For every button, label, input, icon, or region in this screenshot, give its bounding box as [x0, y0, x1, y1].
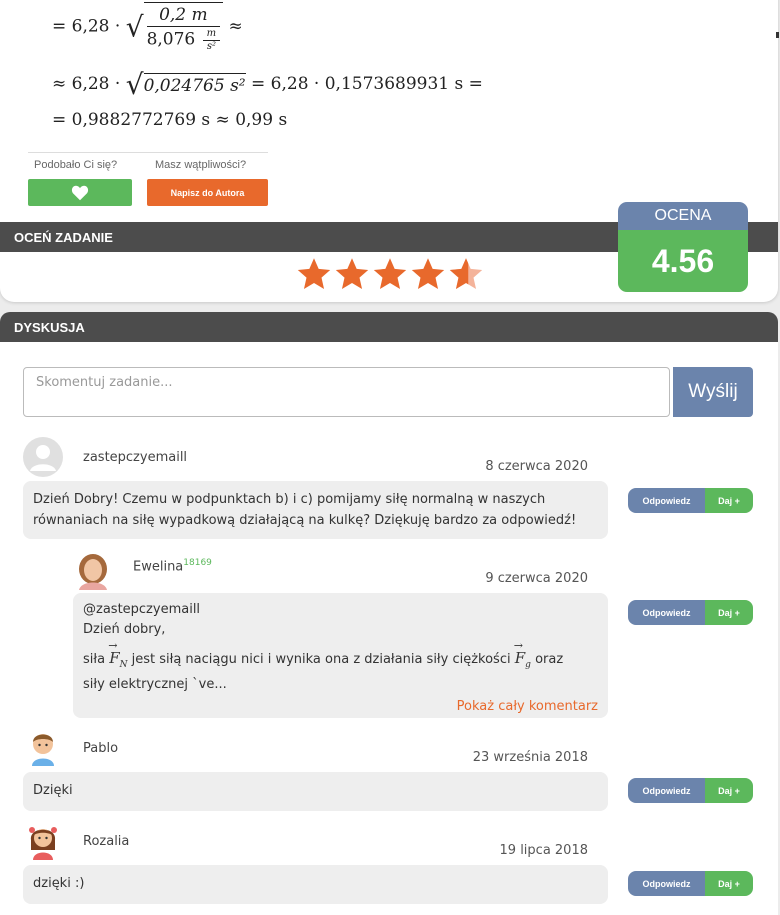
- comment-date: 8 czerwca 2020: [485, 459, 588, 474]
- like-button[interactable]: [28, 179, 132, 206]
- rating-stars[interactable]: [296, 256, 484, 292]
- write-to-author-button[interactable]: Napisz do Autora: [147, 179, 268, 206]
- star-icon-2[interactable]: [334, 256, 370, 292]
- reply-button[interactable]: Odpowiedz: [628, 488, 705, 513]
- girl-avatar-icon: [29, 827, 57, 860]
- send-button[interactable]: Wyślij: [673, 367, 753, 417]
- default-avatar-icon: [23, 437, 63, 477]
- star-icon-5[interactable]: [448, 256, 484, 292]
- reply-button[interactable]: Odpowiedz: [628, 778, 705, 803]
- comment-text: @zastepczyemaill Dzień dobry, siła → FN j…: [73, 593, 608, 718]
- heart-icon: [71, 185, 89, 200]
- star-icon-4[interactable]: [410, 256, 446, 292]
- rate-task-title: OCEŃ ZADANIE: [14, 229, 113, 245]
- comment-author[interactable]: Ewelina18169: [133, 558, 212, 574]
- comment-actions: Odpowiedz Daj +: [628, 488, 753, 513]
- doubt-label: Masz wątpliwości?: [155, 159, 247, 171]
- give-plus-button[interactable]: Daj +: [705, 488, 753, 513]
- comment-actions: Odpowiedz Daj +: [628, 871, 753, 896]
- comment-author[interactable]: zastepczyemaill: [83, 450, 187, 465]
- comment-actions: Odpowiedz Daj +: [628, 778, 753, 803]
- boy-avatar-icon: [32, 734, 54, 766]
- give-plus-button[interactable]: Daj +: [705, 600, 753, 625]
- feedback-area: Podobało Ci się? Masz wątpliwości?: [28, 152, 268, 171]
- give-plus-button[interactable]: Daj +: [705, 778, 753, 803]
- discussion-title: DYSKUSJA: [14, 319, 85, 335]
- star-icon-1[interactable]: [296, 256, 332, 292]
- discussion-bar: DYSKUSJA: [0, 312, 778, 342]
- liked-label: Podobało Ci się?: [34, 159, 118, 171]
- math-line-2: ≈ 6,28 · √0,024765 s² = 6,28 · 0,1573689…: [52, 68, 483, 101]
- scrollbar[interactable]: [776, 32, 779, 38]
- user-avatar-ewelina: [73, 550, 113, 590]
- comment-input[interactable]: Skomentuj zadanie...: [23, 367, 670, 417]
- comment-text: Dzień Dobry! Czemu w podpunktach b) i c)…: [23, 481, 608, 539]
- give-plus-button[interactable]: Daj +: [705, 871, 753, 896]
- comment-text: Dzięki: [23, 772, 608, 811]
- math-line-1: = 6,28 · √ 0,2 m 8,076 m s² ≈: [52, 2, 243, 52]
- rating-value: 4.56: [618, 230, 748, 292]
- reply-button[interactable]: Odpowiedz: [628, 600, 705, 625]
- reply-button[interactable]: Odpowiedz: [628, 871, 705, 896]
- comment-actions: Odpowiedz Daj +: [628, 600, 753, 625]
- comment-author[interactable]: Rozalia: [83, 834, 129, 849]
- comment-date: 19 lipca 2018: [499, 843, 588, 858]
- show-full-comment-link[interactable]: Pokaż cały komentarz: [457, 699, 598, 714]
- comment-date: 23 września 2018: [472, 750, 588, 765]
- math-line-3: = 0,9882772769 s ≈ 0,99 s: [52, 110, 288, 130]
- rating-box: OCENA 4.56: [618, 202, 748, 292]
- user-points: 18169: [183, 558, 212, 568]
- rating-box-title: OCENA: [618, 202, 748, 230]
- comment-text: dzięki :): [23, 865, 608, 904]
- star-icon-3[interactable]: [372, 256, 408, 292]
- comment-author[interactable]: Pablo: [83, 741, 118, 756]
- comment-date: 9 czerwca 2020: [485, 571, 588, 586]
